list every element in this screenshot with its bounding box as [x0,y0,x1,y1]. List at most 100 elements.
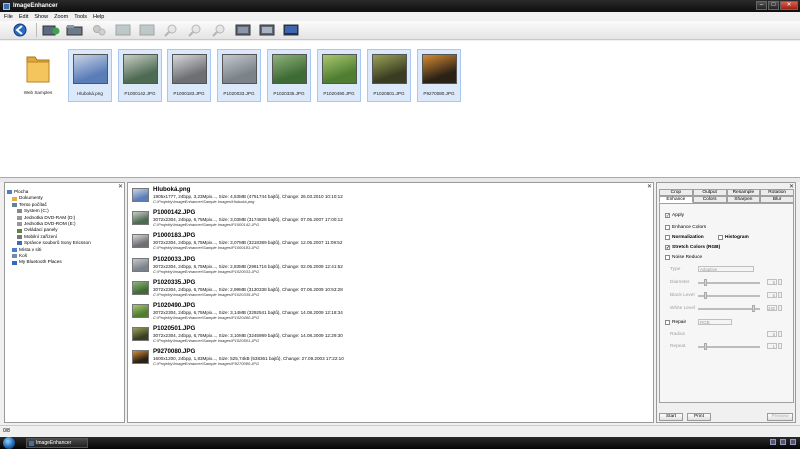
file-list-item[interactable]: P1000142.JPG 3072x2304, 24bpp, 6,75Mpix..… [131,209,651,231]
language-icon[interactable] [770,439,776,445]
image-thumbnail[interactable]: Hluboká.png [68,49,112,102]
black-level-slider-thumb[interactable] [704,292,707,299]
zoom-out-button[interactable] [208,22,229,38]
zoom-in-button[interactable] [184,22,205,38]
noise-reduce-checkbox[interactable]: Noise Reduce [665,255,702,260]
tab-sharpen[interactable]: Sharpen [726,196,761,203]
print-button[interactable]: Print [687,413,711,421]
repair-checkbox[interactable]: Repair [665,320,686,325]
file-list-item[interactable]: P1000183.JPG 3072x2304, 24bpp, 6,75Mpix..… [131,232,651,254]
tree-item[interactable]: My Bluetooth Places [7,259,91,265]
next-image-button[interactable] [136,22,157,38]
repeat-spinner[interactable] [778,343,782,349]
normalization-checkbox[interactable]: Normalization [665,235,704,240]
tab-crop[interactable]: Crop [659,189,693,196]
menu-help[interactable]: Help [93,14,104,20]
white-level-slider[interactable] [698,308,760,310]
stretch-colors-checkbox[interactable]: ✓ Stretch Colors (RGB) [665,245,720,250]
fullscreen-button[interactable] [256,22,277,38]
image-thumbnail[interactable]: P1020033.JPG [217,49,261,102]
image-thumbnail[interactable]: P1000183.JPG [167,49,211,102]
zoom-in-icon [187,24,200,37]
black-level-spinner[interactable] [778,292,782,298]
close-button[interactable]: ✕ [780,1,798,10]
tree-close-icon[interactable]: ✕ [118,183,123,190]
start-button[interactable]: Start [659,413,683,421]
file-list-item[interactable]: P1020335.JPG 3072x2304, 24bpp, 6,75Mpix..… [131,279,651,301]
network-icon[interactable] [780,439,786,445]
histogram-checkbox[interactable]: Histogram [718,235,749,240]
diameter-input[interactable]: 5 [767,279,777,285]
menu-zoom[interactable]: Zoom [54,14,68,20]
repeat-slider-thumb[interactable] [704,343,707,350]
tab-rotation[interactable]: Rotation [760,189,794,196]
back-button[interactable] [9,22,30,38]
file-path: C:\Projekty\ImageEnhancer\Sample Images\… [153,315,260,320]
diameter-slider-thumb[interactable] [704,279,707,286]
open-folder-button[interactable] [64,22,85,38]
image-thumbnail[interactable]: P1020335.JPG [267,49,311,102]
white-level-input[interactable]: 240 [767,305,777,311]
file-list-item[interactable]: Hluboká.png 1905x1777, 24bpp, 3,23Mpix...… [131,186,651,208]
file-thumbnail [132,211,149,226]
thumbnail-image [172,54,207,84]
normalization-label: Normalization [672,235,704,240]
previous-image-button[interactable] [112,22,133,38]
preview-button[interactable]: Preview [767,413,793,421]
tab-blur[interactable]: Blur [760,196,794,203]
image-thumbnail[interactable]: P9270080.JPG [417,49,461,102]
maximize-button[interactable]: □ [768,1,779,10]
apply-checkbox[interactable]: ✓ Apply [665,213,684,218]
zoom-button[interactable] [160,22,181,38]
volume-icon[interactable] [790,439,796,445]
black-level-input[interactable]: 5 [767,292,777,298]
file-name: P1000183.JPG [153,232,196,240]
tab-resample[interactable]: Resample [726,189,761,196]
white-level-label: White Level [670,306,696,311]
white-level-slider-thumb[interactable] [752,305,755,312]
settings-button[interactable] [88,22,109,38]
file-list-item[interactable]: P1020033.JPG 3072x2304, 24bpp, 6,75Mpix..… [131,256,651,278]
start-orb-icon[interactable] [3,437,15,449]
folder-tree-pane: ✕ Plocha Dokumenty Tento počítač System (C:… [4,182,125,423]
image-thumbnail[interactable]: P1020490.JPG [317,49,361,102]
menu-show[interactable]: Show [34,14,48,20]
display-button[interactable] [280,22,301,38]
enhance-colors-checkbox[interactable]: Enhance Colors [665,225,706,230]
file-list-item[interactable]: P9270080.JPG 1600x1200, 24bpp, 1,83Mpix..… [131,348,651,370]
taskbar-app-button[interactable]: ImageEnhancer [26,438,88,448]
fit-button[interactable] [232,22,253,38]
file-list-item[interactable]: P1020490.JPG 3072x2304, 24bpp, 6,75Mpix..… [131,302,651,324]
image-thumbnail[interactable]: P1020501.JPG [367,49,411,102]
radius-input[interactable]: 5 [767,331,777,337]
repair-select[interactable]: RGB [698,319,732,325]
minimize-button[interactable]: – [756,1,767,10]
folder-thumbnail[interactable]: Web Samples [16,49,60,102]
radius-label: Radius [670,332,685,337]
histogram-label: Histogram [725,235,749,240]
image-thumbnail[interactable]: P1000142.JPG [118,49,162,102]
noise-reduce-label: Noise Reduce [672,255,703,260]
diameter-spinner[interactable] [778,279,782,285]
back-icon [13,23,26,37]
white-level-spinner[interactable] [778,305,782,311]
diameter-slider[interactable] [698,282,760,284]
menu-edit[interactable]: Edit [19,14,28,20]
tab-colors[interactable]: Colors [692,196,727,203]
black-level-slider[interactable] [698,295,760,297]
type-select[interactable]: Adaptive [698,266,754,272]
tab-output[interactable]: Output [692,189,727,196]
menu-tools[interactable]: Tools [74,14,87,20]
settings-icon [92,25,105,36]
file-path: C:\Projekty\ImageEnhancer\Sample Images\… [153,199,255,204]
radius-spinner[interactable] [778,331,782,337]
repeat-slider[interactable] [698,346,760,348]
tab-enhance[interactable]: Enhance [659,196,693,203]
import-button[interactable] [40,22,61,38]
file-path: C:\Projekty\ImageEnhancer\Sample Images\… [153,361,260,367]
thumbnail-label: P1000183.JPG [173,91,205,96]
file-list-item[interactable]: P1020501.JPG 3072x2304, 24bpp, 6,75Mpix..… [131,325,651,347]
menu-file[interactable]: File [4,14,13,20]
open-folder-icon [66,25,82,36]
repeat-input[interactable]: 1 [767,343,777,349]
